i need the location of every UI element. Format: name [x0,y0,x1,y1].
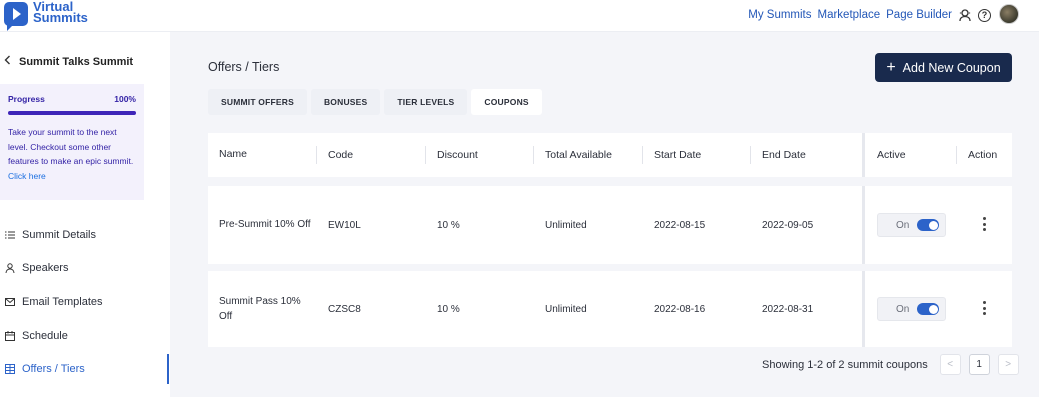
prev-page-button[interactable]: < [939,354,961,375]
user-icon [5,263,15,274]
page-title: Offers / Tiers [208,60,280,74]
top-bar: Virtual Summits My Summits Marketplace P… [0,0,1039,32]
sticky-column-divider [862,271,865,347]
column-divider [533,146,534,164]
cell-code: EW10L [328,219,361,231]
page-1-button[interactable]: 1 [968,354,990,375]
header-active: Active [877,149,906,161]
sidebar-nav: Summit Details Speakers Email Templates … [0,218,170,386]
progress-value: 100% [114,94,136,104]
sticky-column-divider [862,133,865,177]
progress-message-text: Take your summit to the next level. Chec… [8,127,134,166]
header-total-available[interactable]: Total Available [545,149,612,161]
tab-summit-offers[interactable]: SUMMIT OFFERS [208,89,307,115]
cell-start-date: 2022-08-15 [654,219,706,231]
toggle-label: On [896,303,910,315]
support-icon[interactable] [958,8,972,22]
table-header: Name Code Discount Total Available Start… [208,133,1012,177]
cell-name: Summit Pass 10% Off [219,295,301,323]
next-page-button[interactable]: > [997,354,1019,375]
help-icon[interactable]: ? [978,8,991,22]
sidebar: Summit Talks Summit Progress 100% Take y… [0,32,170,397]
progress-message: Take your summit to the next level. Chec… [8,125,136,183]
pagination-summary: Showing 1-2 of 2 summit coupons [762,358,928,371]
column-divider [956,146,957,164]
cell-name: Pre-Summit 10% Off [219,219,311,231]
cell-total-available: Unlimited [545,219,587,231]
offer-tabs: SUMMIT OFFERS BONUSES TIER LEVELS COUPON… [208,89,542,115]
chevron-left-icon [4,55,11,68]
logo-play-icon [4,2,28,31]
column-divider [750,146,751,164]
tiers-icon [5,364,15,375]
calendar-icon [5,330,15,341]
table-row: Summit Pass 10% Off CZSC8 10 % Unlimited… [208,271,1012,347]
list-icon [5,230,15,240]
header-discount[interactable]: Discount [437,149,478,161]
top-nav: My Summits Marketplace Page Builder ? [748,8,991,22]
sidebar-item-email-templates[interactable]: Email Templates [0,285,170,319]
progress-card: Progress 100% Take your summit to the ne… [0,84,144,200]
sidebar-item-label: Summit Details [22,228,96,241]
sidebar-item-label: Offers / Tiers [22,363,85,376]
sticky-column-divider [862,186,865,264]
sidebar-item-label: Email Templates [22,295,103,308]
main-content: Offers / Tiers + Add New Coupon SUMMIT O… [170,32,1039,397]
cell-end-date: 2022-08-31 [762,303,814,315]
header-name[interactable]: Name [219,147,311,163]
toggle-switch[interactable] [917,303,940,315]
sidebar-item-schedule[interactable]: Schedule [0,319,170,353]
sidebar-item-offers-tiers[interactable]: Offers / Tiers [0,352,170,386]
add-new-coupon-button[interactable]: + Add New Coupon [875,53,1012,82]
summit-title: Summit Talks Summit [19,55,134,68]
progress-fill [8,111,136,115]
toggle-label: On [896,219,910,231]
mail-icon [5,297,15,307]
nav-marketplace[interactable]: Marketplace [818,9,881,21]
sidebar-item-summit-details[interactable]: Summit Details [0,218,170,252]
sidebar-item-label: Speakers [22,262,69,275]
logo-line2: Summits [33,10,88,25]
toggle-switch[interactable] [917,219,940,231]
table-row: Pre-Summit 10% Off EW10L 10 % Unlimited … [208,186,1012,264]
click-here-link[interactable]: Click here [8,171,46,181]
add-new-coupon-label: Add New Coupon [902,60,1001,75]
active-toggle[interactable]: On [877,213,946,237]
header-code[interactable]: Code [328,149,353,161]
app-logo[interactable]: Virtual Summits [4,0,88,31]
tab-bonuses[interactable]: BONUSES [310,89,381,115]
sidebar-item-label: Schedule [22,329,68,342]
column-divider [642,146,643,164]
more-actions-icon[interactable] [979,301,989,315]
cell-code: CZSC8 [328,303,361,315]
back-link[interactable]: Summit Talks Summit [4,55,133,68]
cell-end-date: 2022-09-05 [762,219,814,231]
avatar[interactable] [999,4,1019,24]
plus-icon: + [886,58,896,76]
coupons-table: Name Code Discount Total Available Start… [208,133,1012,347]
more-actions-icon[interactable] [979,217,989,231]
header-start-date[interactable]: Start Date [654,149,701,161]
column-divider [316,146,317,164]
active-toggle[interactable]: On [877,297,946,321]
nav-page-builder[interactable]: Page Builder [886,9,952,21]
tab-tier-levels[interactable]: TIER LEVELS [384,89,468,115]
cell-discount: 10 % [437,219,460,231]
cell-total-available: Unlimited [545,303,587,315]
cell-discount: 10 % [437,303,460,315]
header-action: Action [968,149,998,161]
column-divider [425,146,426,164]
header-end-date[interactable]: End Date [762,149,806,161]
tab-coupons[interactable]: COUPONS [471,89,542,115]
cell-start-date: 2022-08-16 [654,303,706,315]
progress-label: Progress [8,94,45,104]
logo-text: Virtual Summits [33,0,88,25]
nav-my-summits[interactable]: My Summits [748,9,811,21]
progress-bar [8,111,136,115]
pagination: Showing 1-2 of 2 summit coupons < 1 > [762,354,1019,375]
sidebar-item-speakers[interactable]: Speakers [0,252,170,286]
